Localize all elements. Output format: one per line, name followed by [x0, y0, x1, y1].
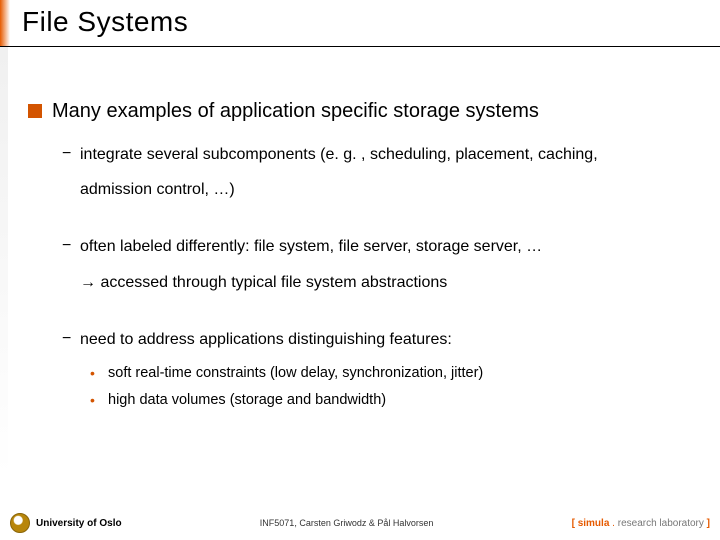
bracket-close: ]	[704, 518, 710, 529]
bullet-text: often labeled differently: file system, …	[80, 235, 542, 258]
lab-suffix: research laboratory	[618, 518, 704, 529]
spacer	[28, 201, 692, 223]
footer: University of Oslo INF5071, Carsten Griw…	[0, 506, 720, 540]
footer-lab: [ simula . research laboratory ]	[572, 518, 710, 529]
square-bullet-icon	[28, 104, 42, 118]
slide-title: File Systems	[22, 6, 720, 38]
dash-bullet-icon: −	[62, 235, 74, 258]
university-name: University of Oslo	[36, 518, 122, 529]
bullet-text: soft real-time constraints (low delay, s…	[108, 363, 483, 384]
dash-bullet-icon: −	[62, 328, 74, 351]
bullet-level1: Many examples of application specific st…	[28, 98, 692, 125]
dot-bullet-icon: •	[90, 390, 100, 411]
bullet-text: high data volumes (storage and bandwidth…	[108, 390, 386, 411]
title-underline	[0, 46, 720, 47]
bullet-text: integrate several subcomponents (e. g. ,…	[80, 143, 598, 166]
footer-left: University of Oslo	[10, 513, 122, 533]
left-gutter-gradient	[0, 46, 8, 476]
lab-name: simula	[578, 518, 610, 529]
bullet-text-continuation: → accessed through typical file system a…	[80, 271, 692, 294]
university-seal-icon	[10, 513, 30, 533]
bullet-text-continuation: admission control, …)	[80, 178, 692, 201]
dash-bullet-icon: −	[62, 143, 74, 166]
title-accent-bar	[0, 0, 10, 46]
bullet-level2: − need to address applications distingui…	[62, 328, 692, 351]
bullet-level2: − often labeled differently: file system…	[62, 235, 692, 258]
bullet-text: Many examples of application specific st…	[52, 98, 539, 125]
content-area: Many examples of application specific st…	[0, 38, 720, 411]
spacer	[28, 294, 692, 316]
bullet-level2: − integrate several subcomponents (e. g.…	[62, 143, 692, 166]
lab-dot: .	[609, 518, 617, 529]
slide: File Systems Many examples of applicatio…	[0, 0, 720, 540]
title-area: File Systems	[0, 0, 720, 38]
bullet-level3: • high data volumes (storage and bandwid…	[90, 390, 692, 411]
bullet-text: need to address applications distinguish…	[80, 328, 452, 351]
dot-bullet-icon: •	[90, 363, 100, 384]
bullet-level3: • soft real-time constraints (low delay,…	[90, 363, 692, 384]
footer-course: INF5071, Carsten Griwodz & Pål Halvorsen	[260, 518, 434, 528]
